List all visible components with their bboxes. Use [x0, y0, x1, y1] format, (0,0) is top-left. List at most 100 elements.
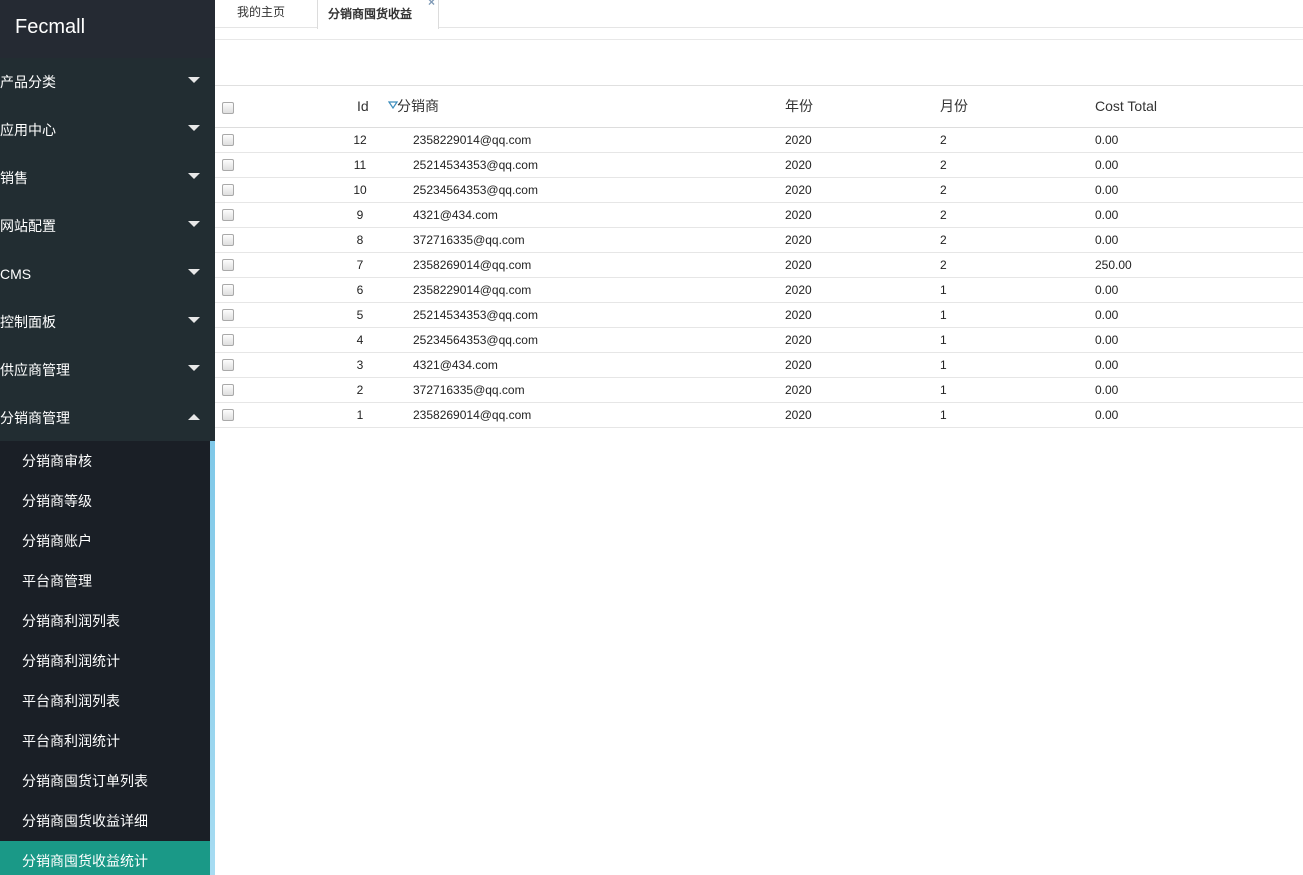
cell-year: 2020: [785, 202, 940, 228]
cell-year: 2020: [785, 302, 940, 328]
sidebar-menu: 产品分类 应用中心 销售 网站配置 CMS 控制面板 供应商管理 分销商管理: [0, 58, 215, 442]
row-select-cell: [215, 127, 275, 153]
cell-id: 12: [275, 127, 385, 153]
close-icon[interactable]: ×: [428, 0, 435, 10]
cell-year: 2020: [785, 152, 940, 178]
cell-year: 2020: [785, 327, 940, 353]
row-checkbox[interactable]: [222, 309, 234, 322]
sort-descending-icon[interactable]: [388, 101, 398, 109]
cell-cost-total: 0.00: [1095, 327, 1303, 353]
cell-month: 1: [940, 327, 1095, 353]
cell-distributor: 4321@434.com: [385, 202, 785, 228]
sidebar-item-product-category[interactable]: 产品分类: [0, 58, 215, 106]
cell-id: 1: [275, 402, 385, 428]
chevron-down-icon: [187, 346, 201, 394]
cell-month: 1: [940, 377, 1095, 403]
cell-cost-total: 0.00: [1095, 227, 1303, 253]
subitem-platform-profit-stats[interactable]: 平台商利润统计: [0, 721, 210, 761]
cell-id: 2: [275, 377, 385, 403]
cell-id: 6: [275, 277, 385, 303]
row-checkbox[interactable]: [222, 384, 234, 397]
table-row[interactable]: 5 25214534353@qq.com 2020 1 0.00: [215, 302, 1303, 328]
header-select-all: [215, 86, 275, 128]
cell-month: 2: [940, 252, 1095, 278]
subitem-stock-income-detail[interactable]: 分销商囤货收益详细: [0, 801, 210, 841]
sidebar-item-control-panel[interactable]: 控制面板: [0, 298, 215, 346]
cell-month: 2: [940, 202, 1095, 228]
subitem-distributor-profit-stats[interactable]: 分销商利润统计: [0, 641, 210, 681]
cell-distributor: 372716335@qq.com: [385, 227, 785, 253]
cell-cost-total: 0.00: [1095, 277, 1303, 303]
subitem-platform-profit-list[interactable]: 平台商利润列表: [0, 681, 210, 721]
select-all-checkbox[interactable]: [222, 101, 234, 114]
sidebar-item-label: 网站配置: [0, 218, 56, 234]
row-checkbox[interactable]: [222, 334, 234, 347]
cell-year: 2020: [785, 377, 940, 403]
sidebar-item-app-center[interactable]: 应用中心: [0, 106, 215, 154]
cell-distributor: 2358269014@qq.com: [385, 252, 785, 278]
table-row[interactable]: 6 2358229014@qq.com 2020 1 0.00: [215, 277, 1303, 303]
column-header-distributor[interactable]: 分销商: [385, 86, 785, 128]
column-header-id[interactable]: Id: [275, 86, 385, 128]
chevron-down-icon: [187, 58, 201, 106]
cell-cost-total: 0.00: [1095, 202, 1303, 228]
row-checkbox[interactable]: [222, 409, 234, 422]
subitem-distributor-level[interactable]: 分销商等级: [0, 481, 210, 521]
cell-month: 2: [940, 177, 1095, 203]
sidebar-item-supplier[interactable]: 供应商管理: [0, 346, 215, 394]
row-select-cell: [215, 352, 275, 378]
table-row[interactable]: 12 2358229014@qq.com 2020 2 0.00: [215, 127, 1303, 153]
row-select-cell: [215, 302, 275, 328]
cell-month: 1: [940, 402, 1095, 428]
cell-cost-total: 0.00: [1095, 152, 1303, 178]
cell-id: 11: [275, 152, 385, 178]
cell-month: 2: [940, 227, 1095, 253]
table-row[interactable]: 2 372716335@qq.com 2020 1 0.00: [215, 377, 1303, 403]
cell-id: 7: [275, 252, 385, 278]
subitem-distributor-profit-list[interactable]: 分销商利润列表: [0, 601, 210, 641]
cell-cost-total: 0.00: [1095, 402, 1303, 428]
sidebar-item-distributor[interactable]: 分销商管理: [0, 394, 215, 442]
subitem-stock-income-stats[interactable]: 分销商囤货收益统计: [0, 841, 210, 875]
table-row[interactable]: 7 2358269014@qq.com 2020 2 250.00: [215, 252, 1303, 278]
subitem-distributor-review[interactable]: 分销商审核: [0, 441, 210, 481]
table-row[interactable]: 3 4321@434.com 2020 1 0.00: [215, 352, 1303, 378]
table-row[interactable]: 1 2358269014@qq.com 2020 1 0.00: [215, 402, 1303, 428]
cell-id: 10: [275, 177, 385, 203]
distributor-submenu: 分销商审核 分销商等级 分销商账户 平台商管理 分销商利润列表 分销商利润统计 …: [0, 441, 215, 875]
row-checkbox[interactable]: [222, 259, 234, 272]
table-row[interactable]: 4 25234564353@qq.com 2020 1 0.00: [215, 327, 1303, 353]
cell-distributor: 25234564353@qq.com: [385, 327, 785, 353]
subitem-platform-management[interactable]: 平台商管理: [0, 561, 210, 601]
table-row[interactable]: 11 25214534353@qq.com 2020 2 0.00: [215, 152, 1303, 178]
tab-home[interactable]: 我的主页: [227, 0, 295, 28]
column-header-month[interactable]: 月份: [940, 86, 1095, 128]
cell-year: 2020: [785, 177, 940, 203]
sidebar-item-sales[interactable]: 销售: [0, 154, 215, 202]
table-row[interactable]: 8 372716335@qq.com 2020 2 0.00: [215, 227, 1303, 253]
chevron-down-icon: [187, 202, 201, 250]
row-select-cell: [215, 227, 275, 253]
chevron-down-icon: [187, 250, 201, 298]
sidebar-item-site-config[interactable]: 网站配置: [0, 202, 215, 250]
row-checkbox[interactable]: [222, 184, 234, 197]
sidebar-item-cms[interactable]: CMS: [0, 250, 215, 298]
row-checkbox[interactable]: [222, 159, 234, 172]
cell-cost-total: 0.00: [1095, 302, 1303, 328]
row-checkbox[interactable]: [222, 134, 234, 147]
column-header-year[interactable]: 年份: [785, 86, 940, 128]
table-row[interactable]: 9 4321@434.com 2020 2 0.00: [215, 202, 1303, 228]
row-checkbox[interactable]: [222, 359, 234, 372]
table-row[interactable]: 10 25234564353@qq.com 2020 2 0.00: [215, 177, 1303, 203]
row-checkbox[interactable]: [222, 234, 234, 247]
sidebar-item-label: 供应商管理: [0, 362, 70, 378]
subitem-stock-order-list[interactable]: 分销商囤货订单列表: [0, 761, 210, 801]
row-checkbox[interactable]: [222, 209, 234, 222]
cell-distributor: 4321@434.com: [385, 352, 785, 378]
row-select-cell: [215, 152, 275, 178]
tab-bar: 我的主页 分销商囤货收益 ×: [215, 0, 1303, 29]
tab-stock-income[interactable]: 分销商囤货收益 ×: [317, 0, 439, 29]
column-header-cost-total[interactable]: Cost Total: [1095, 86, 1303, 128]
row-checkbox[interactable]: [222, 284, 234, 297]
subitem-distributor-account[interactable]: 分销商账户: [0, 521, 210, 561]
